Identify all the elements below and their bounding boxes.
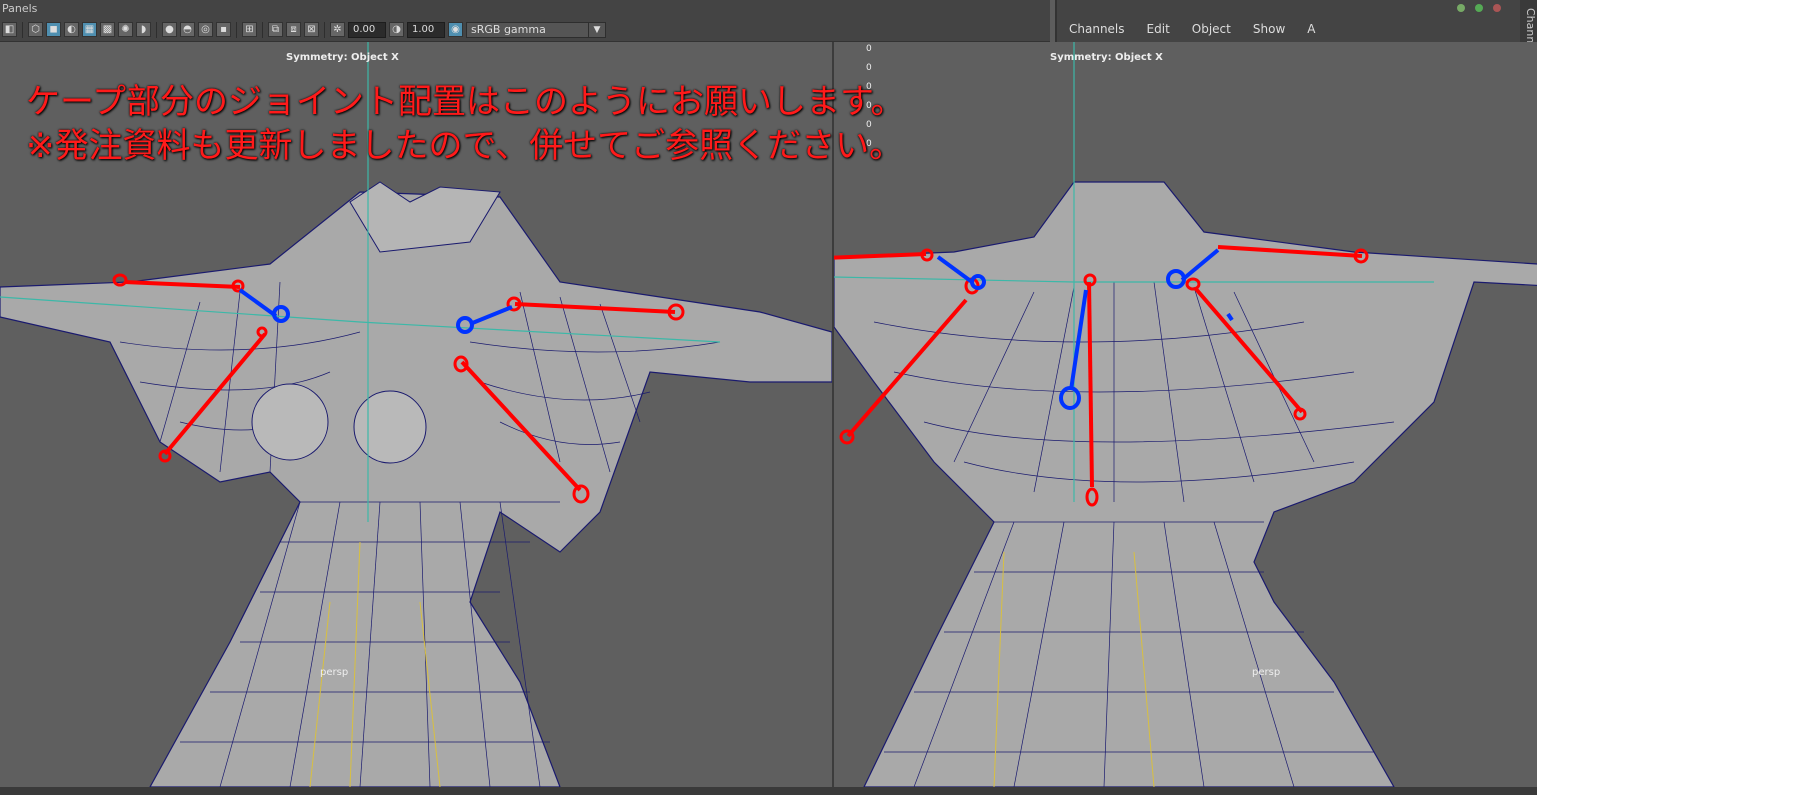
- left-camera-label: persp: [320, 667, 349, 678]
- axis-gizmo-icon: [1457, 4, 1465, 12]
- channel-box-side-tab[interactable]: Channe: [1520, 0, 1537, 50]
- channels-menu[interactable]: Channels: [1069, 22, 1125, 36]
- toolbar-separator: [22, 21, 23, 38]
- circle-icon[interactable]: [1475, 4, 1483, 12]
- channel-value: 0: [866, 44, 872, 54]
- motion-blur-icon[interactable]: ◓: [180, 22, 195, 37]
- toolbar-separator: [324, 21, 325, 38]
- lights-icon[interactable]: ✺: [118, 22, 133, 37]
- panel-toolbar: ◧ ⬡ ◼ ◐ ▦ ▩ ✺ ◗ ● ◓ ◎ ▪ ⊞ ⧉ ⧈ ⊠ ✲ 0.00 ◑…: [0, 18, 1050, 42]
- anti-aliasing-icon[interactable]: ◎: [198, 22, 213, 37]
- edit-menu[interactable]: Edit: [1147, 22, 1170, 36]
- annotation-line-2: ※発注資料も更新しましたので、併せてご参照ください。: [26, 126, 904, 166]
- left-chest-left: [251, 383, 329, 461]
- toolbar-separator: [156, 21, 157, 38]
- toolbar-separator: [262, 21, 263, 38]
- left-symmetry-label: Symmetry: Object X: [286, 52, 399, 63]
- lighting-icon[interactable]: ◐: [64, 22, 79, 37]
- exposure-field[interactable]: 0.00: [348, 21, 386, 38]
- camera-attributes-icon[interactable]: ◧: [2, 22, 17, 37]
- gamma-field[interactable]: 1.00: [407, 21, 445, 38]
- screen-space-ao-icon[interactable]: ●: [162, 22, 177, 37]
- textured-icon[interactable]: ▩: [100, 22, 115, 37]
- wireframe-icon[interactable]: ⬡: [28, 22, 43, 37]
- shadows-icon[interactable]: ◗: [136, 22, 151, 37]
- color-space-value: sRGB gamma: [471, 22, 546, 36]
- wireframe-on-shaded-icon[interactable]: ▦: [82, 22, 97, 37]
- close-icon[interactable]: [1493, 4, 1501, 12]
- panels-menu-label[interactable]: Panels: [2, 2, 37, 15]
- depth-of-field-icon[interactable]: ▪: [216, 22, 231, 37]
- channel-box-menu: Channels Edit Object Show A: [1069, 22, 1315, 36]
- panels-menu[interactable]: Panels: [0, 0, 1050, 18]
- maya-window: Panels ◧ ⬡ ◼ ◐ ▦ ▩ ✺ ◗ ● ◓ ◎ ▪ ⊞ ⧉ ⧈ ⊠ ✲…: [0, 0, 1812, 795]
- a-menu[interactable]: A: [1307, 22, 1315, 36]
- color-management-icon[interactable]: ◉: [448, 22, 463, 37]
- right-symmetry-label: Symmetry: Object X: [1050, 52, 1163, 63]
- channel-box: Channels Edit Object Show A: [1055, 0, 1539, 48]
- chevron-down-icon[interactable]: ▼: [588, 22, 605, 37]
- xray-icon[interactable]: ⧉: [268, 22, 283, 37]
- annotation-line-1: ケープ部分のジョイント配置はこのようにお願いします。: [26, 82, 905, 122]
- xray-joints-icon[interactable]: ⧈: [286, 22, 301, 37]
- right-camera-label: persp: [1252, 667, 1281, 678]
- toolbar-separator: [236, 21, 237, 38]
- blank-area: [1537, 0, 1812, 795]
- exposure-icon[interactable]: ✲: [330, 22, 345, 37]
- annotation-text: ケープ部分のジョイント配置はこのようにお願いします。 ※発注資料も更新しましたの…: [26, 80, 905, 168]
- gamma-icon[interactable]: ◑: [389, 22, 404, 37]
- show-menu[interactable]: Show: [1253, 22, 1285, 36]
- xray-components-icon[interactable]: ⊠: [304, 22, 319, 37]
- color-space-select[interactable]: sRGB gamma ▼: [466, 21, 606, 38]
- bottom-bar: [0, 787, 1537, 795]
- left-chest-right: [353, 390, 427, 464]
- isolate-select-icon[interactable]: ⊞: [242, 22, 257, 37]
- channel-value: 0: [866, 63, 872, 73]
- smooth-shade-icon[interactable]: ◼: [46, 22, 61, 37]
- object-menu[interactable]: Object: [1192, 22, 1231, 36]
